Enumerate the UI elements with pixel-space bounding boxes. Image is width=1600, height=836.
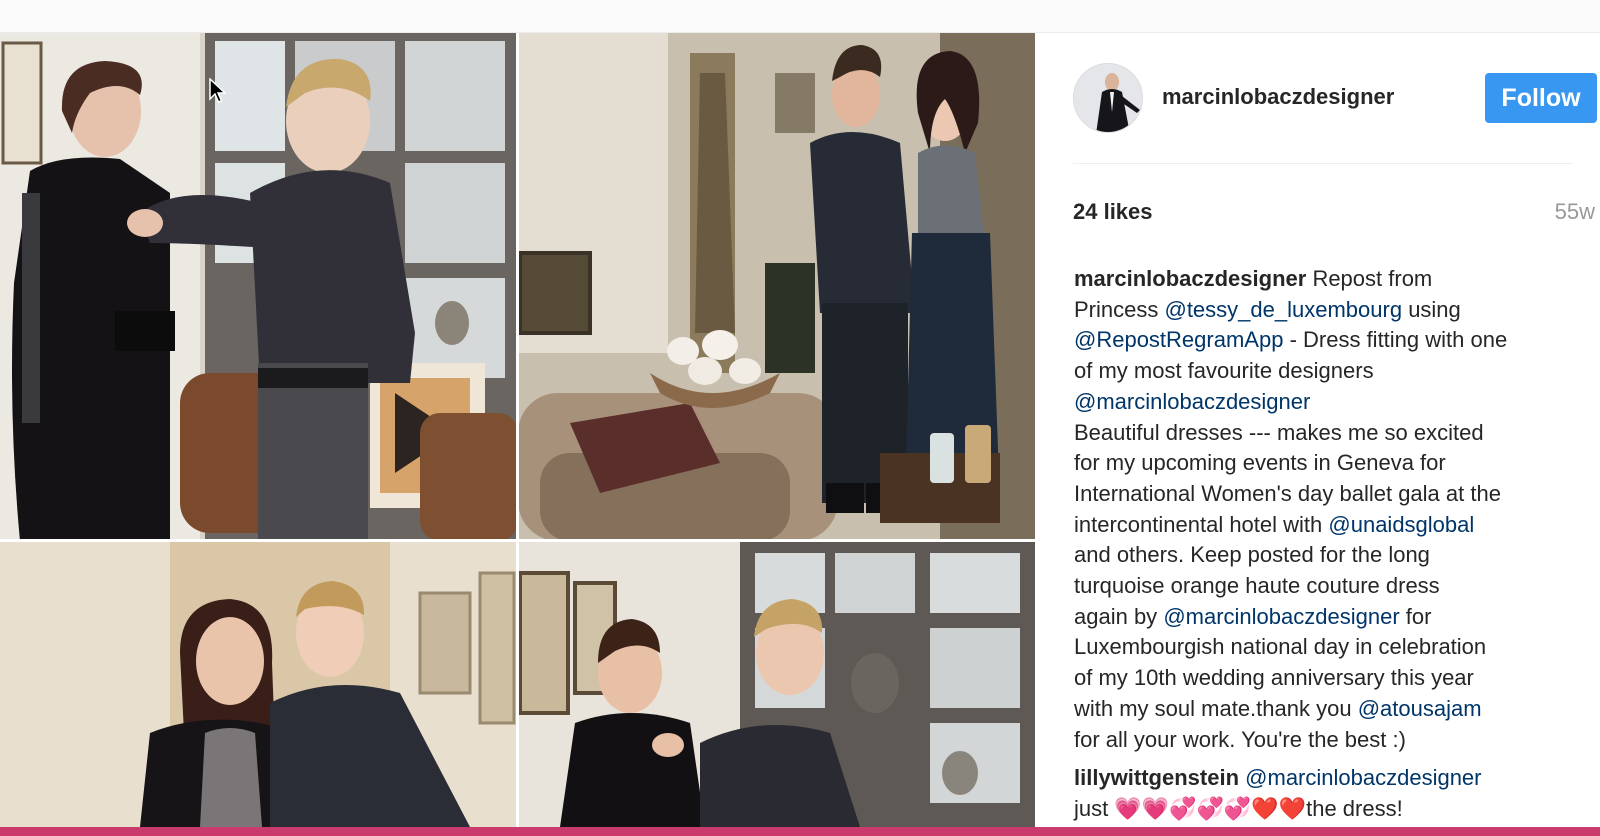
comment-text: International Women's day ballet gala at… <box>1074 480 1501 506</box>
collage-panel-posing <box>0 541 520 827</box>
comment: lillywittgenstein @marcinlobaczdesigner … <box>1074 763 1579 824</box>
mention-link[interactable]: @marcinlobaczdesigner <box>1245 765 1481 790</box>
comment-text: for all your work. You're the best :) <box>1074 726 1406 752</box>
like-count[interactable]: 24 likes <box>1073 199 1153 225</box>
comment-text: just 💗💗💞💞💞❤️❤️the dress! <box>1074 795 1403 821</box>
mention-link[interactable]: @unaidsglobal <box>1328 512 1474 537</box>
instagram-post: marcinlobaczdesigner Follow 24 likes 55w… <box>0 33 1600 827</box>
comment-text: of my most favourite designers <box>1074 358 1374 384</box>
comment-author[interactable]: lillywittgenstein <box>1074 765 1239 790</box>
bottom-accent-bar <box>0 827 1600 836</box>
comment-text: turquoise orange haute couture dress <box>1074 573 1440 599</box>
comment-text: with my soul mate.thank you <box>1074 695 1352 721</box>
mention-link[interactable]: @marcinlobaczdesigner <box>1074 389 1310 414</box>
comment-text: for <box>1405 603 1432 629</box>
comment-text: again by <box>1074 603 1158 629</box>
comment-text: - Dress fitting with one <box>1289 327 1508 353</box>
post-author-username[interactable]: marcinlobaczdesigner <box>1162 84 1394 110</box>
comment-text: Beautiful dresses --- makes me so excite… <box>1074 419 1484 445</box>
caption-comment: marcinlobaczdesigner Repost from Princes… <box>1074 264 1579 755</box>
comment-text: of my 10th wedding anniversary this year <box>1074 665 1474 691</box>
post-photo-collage[interactable] <box>0 33 1035 827</box>
post-age[interactable]: 55w <box>1555 199 1595 225</box>
mouse-pointer-icon <box>209 78 227 103</box>
comment-text: Luxembourgish national day in celebratio… <box>1074 634 1487 660</box>
comment-text: using <box>1408 296 1461 322</box>
mention-link[interactable]: @atousajam <box>1358 696 1482 721</box>
post-header: marcinlobaczdesigner Follow <box>1073 33 1597 164</box>
mention-link[interactable]: @tessy_de_luxembourg <box>1164 297 1402 322</box>
follow-button[interactable]: Follow <box>1485 73 1597 123</box>
comment-text: intercontinental hotel with <box>1074 511 1323 537</box>
avatar-image <box>1074 64 1142 132</box>
avatar[interactable] <box>1073 63 1143 133</box>
comment-text: for my upcoming events in Geneva for <box>1074 450 1446 476</box>
browser-top-bar <box>0 0 1600 33</box>
comment-text: and others. Keep posted for the long <box>1074 542 1430 568</box>
post-sidebar: marcinlobaczdesigner Follow 24 likes 55w… <box>1053 33 1600 827</box>
collage-image <box>0 33 1035 827</box>
comment-author[interactable]: marcinlobaczdesigner <box>1074 266 1306 291</box>
likes-row: 24 likes 55w <box>1073 199 1595 229</box>
mention-link[interactable]: @RepostRegramApp <box>1074 327 1283 352</box>
mention-link[interactable]: @marcinlobaczdesigner <box>1163 604 1399 629</box>
comment-text: Repost from <box>1312 266 1433 291</box>
comments-list: marcinlobaczdesigner Repost from Princes… <box>1074 264 1579 827</box>
comment-text: Princess <box>1074 296 1159 322</box>
collage-panel-fitting-2 <box>518 541 1035 827</box>
collage-panel-portrait <box>518 33 1035 541</box>
collage-panel-fitting-1 <box>0 33 518 541</box>
